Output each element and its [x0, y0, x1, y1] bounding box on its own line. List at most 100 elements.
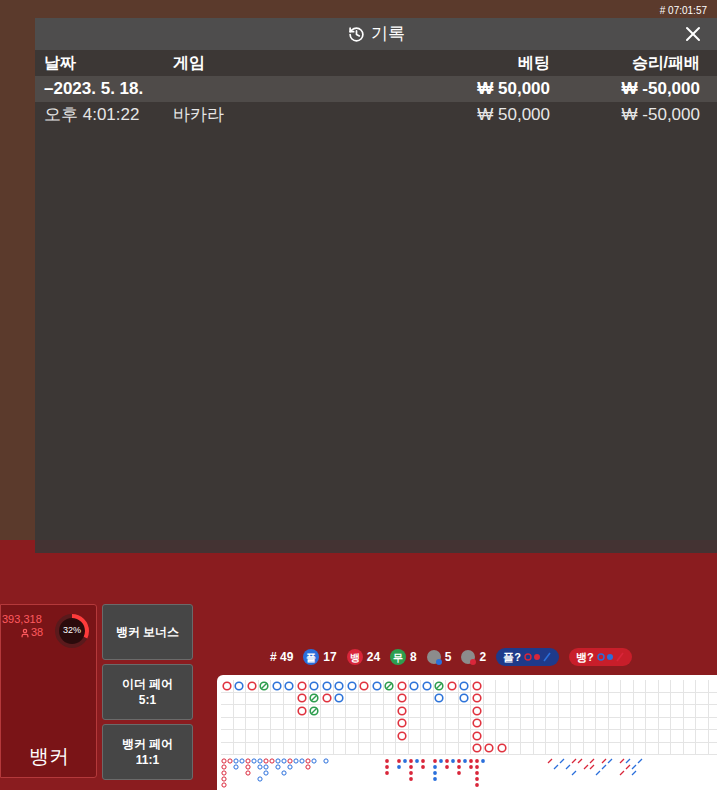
small-road-cell	[637, 776, 643, 782]
small-road-cell	[390, 758, 396, 764]
small-road-cell	[323, 776, 329, 782]
small-road-cell	[492, 764, 498, 770]
road-cell	[396, 680, 409, 693]
road-cell	[471, 730, 484, 743]
predict-button[interactable]: 플?	[496, 648, 559, 666]
road-cell	[634, 730, 647, 743]
small-road-cell	[468, 764, 474, 770]
road-cell	[546, 743, 559, 756]
person-icon	[20, 628, 30, 638]
road-cell	[359, 693, 372, 706]
road-cell	[396, 730, 409, 743]
small-road-cell	[269, 758, 275, 764]
result-mark-icon	[334, 693, 344, 703]
road-cell	[634, 693, 647, 706]
small-road-cell	[661, 764, 667, 770]
small-road-cell	[655, 776, 661, 782]
small-road-cell	[565, 770, 571, 776]
small-road-cell	[305, 758, 311, 764]
road-cell	[409, 705, 422, 718]
small-road-cell	[661, 776, 667, 782]
small-road-cell	[221, 770, 227, 776]
small-road-cell	[438, 782, 444, 788]
side-bet-button[interactable]: 이더 페어5:1	[102, 664, 193, 720]
road-cell	[671, 680, 684, 693]
small-road-cell	[625, 776, 631, 782]
small-road-cell	[323, 782, 329, 788]
small-road-cell	[329, 758, 335, 764]
small-road-cell	[595, 758, 601, 764]
road-cell	[346, 718, 359, 731]
small-road-cell	[613, 758, 619, 764]
ring-mark-icon	[257, 776, 263, 782]
small-road-cell	[619, 776, 625, 782]
small-road-cell	[245, 770, 251, 776]
result-mark-icon	[397, 706, 407, 716]
road-cell	[559, 693, 572, 706]
road-cell	[459, 705, 472, 718]
small-road-cell	[450, 776, 456, 782]
ring-mark-icon	[233, 758, 239, 764]
small-road-cell	[468, 776, 474, 782]
ring-mark-icon	[311, 758, 317, 764]
road-cell	[359, 730, 372, 743]
small-road-cell	[655, 782, 661, 788]
column-header: 베팅	[410, 51, 550, 75]
result-mark-icon	[472, 718, 482, 728]
road-cell	[396, 705, 409, 718]
result-mark-icon	[322, 681, 332, 691]
road-cell	[421, 730, 434, 743]
small-road-cell	[643, 782, 649, 788]
road-cell	[384, 693, 397, 706]
result-mark-icon	[384, 681, 394, 691]
small-road-cell	[649, 758, 655, 764]
side-bet-button[interactable]: 뱅커 보너스	[102, 604, 193, 660]
ring-mark-icon	[221, 776, 227, 782]
small-road-cell	[227, 782, 233, 788]
road-cell	[559, 705, 572, 718]
small-road-cell	[655, 764, 661, 770]
small-road-cell	[444, 764, 450, 770]
road-cell	[559, 743, 572, 756]
history-row[interactable]: –2023. 5. 18.₩ 50,000₩ -50,000	[35, 76, 717, 102]
road-cell	[371, 743, 384, 756]
close-button[interactable]	[681, 22, 705, 46]
road-cell	[584, 730, 597, 743]
road-cell	[496, 718, 509, 731]
small-road-cell	[239, 770, 245, 776]
small-road-cell	[619, 764, 625, 770]
dot-mark-icon	[420, 758, 426, 764]
road-cell	[359, 705, 372, 718]
small-road-cell	[444, 758, 450, 764]
road-cell	[509, 743, 522, 756]
road-board	[217, 675, 717, 790]
road-cell	[296, 743, 309, 756]
history-row[interactable]: 오후 4:01:22바카라₩ 50,000₩ -50,000	[35, 102, 717, 128]
small-road-cell	[402, 758, 408, 764]
road-cell	[421, 680, 434, 693]
small-road-cell	[631, 776, 637, 782]
predict-button[interactable]: 뱅?	[569, 648, 632, 666]
road-cell	[584, 705, 597, 718]
road-cell	[246, 680, 259, 693]
side-bet-button[interactable]: 뱅커 페어11:1	[102, 724, 193, 780]
small-road-cell	[245, 776, 251, 782]
road-cell	[246, 705, 259, 718]
road-cell	[459, 718, 472, 731]
road-cell	[659, 718, 672, 731]
road-cell	[309, 743, 322, 756]
small-road-cell	[637, 758, 643, 764]
column-header: 게임	[173, 51, 410, 75]
stat-item: 5	[427, 648, 452, 666]
small-road-cell	[474, 764, 480, 770]
road-cell	[521, 743, 534, 756]
banker-spot[interactable]: 393,3183832%뱅커	[0, 604, 97, 778]
small-road-cell	[269, 764, 275, 770]
small-road-cell	[402, 770, 408, 776]
ring-mark-icon	[305, 758, 311, 764]
small-road-cell	[311, 770, 317, 776]
small-road-cell	[565, 776, 571, 782]
small-road-cell	[643, 758, 649, 764]
road-cell	[709, 718, 717, 731]
small-road-cell	[583, 776, 589, 782]
